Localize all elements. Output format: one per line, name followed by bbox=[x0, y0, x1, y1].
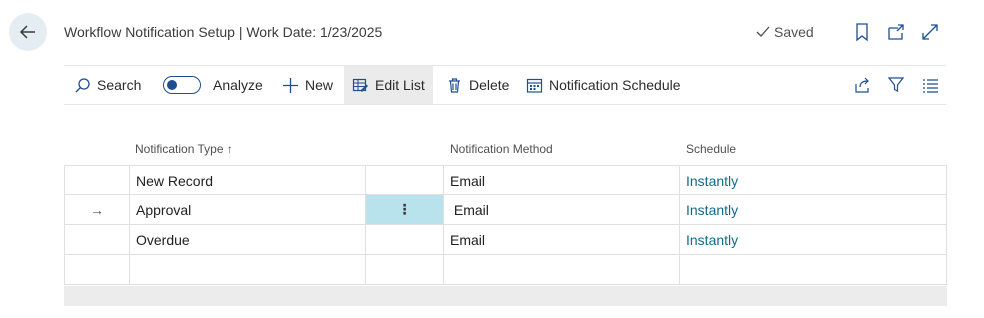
delete-label: Delete bbox=[469, 77, 510, 93]
action-bar: Search Analyze New Edit List Delete Noti… bbox=[64, 65, 946, 105]
calendar-icon bbox=[526, 78, 543, 93]
schedule-link[interactable]: Instantly bbox=[679, 225, 947, 254]
row-menu-cell[interactable] bbox=[365, 166, 443, 195]
column-header-notification-type[interactable]: Notification Type ↑ bbox=[135, 142, 233, 156]
plus-icon bbox=[283, 77, 298, 93]
table-row[interactable]: Overdue Email Instantly bbox=[64, 225, 947, 255]
column-header-notification-method[interactable]: Notification Method bbox=[450, 142, 553, 156]
open-new-window-icon[interactable] bbox=[886, 22, 906, 42]
arrow-left-icon bbox=[19, 25, 35, 39]
saved-status: Saved bbox=[755, 24, 814, 40]
expand-icon[interactable] bbox=[920, 22, 940, 42]
schedule-link[interactable]: Instantly bbox=[679, 166, 947, 195]
share-icon[interactable] bbox=[853, 76, 871, 94]
current-row-arrow: → bbox=[64, 195, 129, 224]
search-button[interactable]: Search bbox=[74, 66, 141, 104]
row-marker bbox=[64, 166, 129, 195]
row-menu-cell[interactable] bbox=[365, 225, 443, 254]
notification-schedule-label: Notification Schedule bbox=[549, 77, 681, 93]
horizontal-scrollbar[interactable] bbox=[64, 286, 947, 306]
search-label: Search bbox=[97, 77, 142, 93]
filter-icon[interactable] bbox=[887, 76, 905, 94]
notification-type-cell[interactable]: Approval bbox=[129, 195, 365, 224]
back-button[interactable] bbox=[9, 13, 47, 51]
new-button[interactable]: New bbox=[282, 66, 333, 104]
notification-method-cell[interactable]: Email bbox=[443, 195, 679, 224]
table-row[interactable]: → Approval ⋮ Email Instantly bbox=[64, 195, 947, 225]
saved-label: Saved bbox=[774, 24, 814, 40]
row-menu-cell[interactable] bbox=[365, 255, 443, 284]
notification-type-cell[interactable]: New Record bbox=[129, 166, 365, 195]
column-header-schedule[interactable]: Schedule bbox=[686, 142, 736, 156]
analyze-toggle[interactable]: Analyze bbox=[163, 66, 263, 104]
notification-method-cell[interactable]: Email bbox=[443, 166, 679, 195]
page-title: Workflow Notification Setup | Work Date:… bbox=[64, 24, 383, 40]
checkmark-icon bbox=[756, 26, 770, 37]
notification-method-cell[interactable]: Email bbox=[443, 225, 679, 254]
schedule-link[interactable] bbox=[679, 255, 947, 284]
search-icon bbox=[75, 77, 90, 92]
edit-list-icon bbox=[352, 78, 368, 92]
row-marker bbox=[64, 225, 129, 254]
analyze-label: Analyze bbox=[213, 77, 263, 93]
edit-list-button[interactable]: Edit List bbox=[344, 66, 433, 104]
notification-table: New Record Email Instantly → Approval ⋮ … bbox=[64, 165, 947, 285]
table-row[interactable]: New Record Email Instantly bbox=[64, 165, 947, 195]
bookmark-icon[interactable] bbox=[852, 22, 872, 42]
delete-button[interactable]: Delete bbox=[446, 66, 509, 104]
table-row-empty[interactable] bbox=[64, 255, 947, 285]
edit-list-label: Edit List bbox=[375, 77, 425, 93]
list-view-icon[interactable] bbox=[921, 76, 939, 94]
row-menu-button[interactable]: ⋮ bbox=[365, 195, 443, 224]
notification-method-cell[interactable] bbox=[443, 255, 679, 284]
notification-type-cell[interactable]: Overdue bbox=[129, 225, 365, 254]
notification-type-cell[interactable] bbox=[129, 255, 365, 284]
analyze-switch[interactable] bbox=[163, 76, 201, 94]
new-label: New bbox=[305, 77, 334, 93]
row-marker bbox=[64, 255, 129, 284]
notification-schedule-button[interactable]: Notification Schedule bbox=[526, 66, 681, 104]
schedule-link[interactable]: Instantly bbox=[679, 195, 947, 224]
trash-icon bbox=[449, 77, 460, 93]
